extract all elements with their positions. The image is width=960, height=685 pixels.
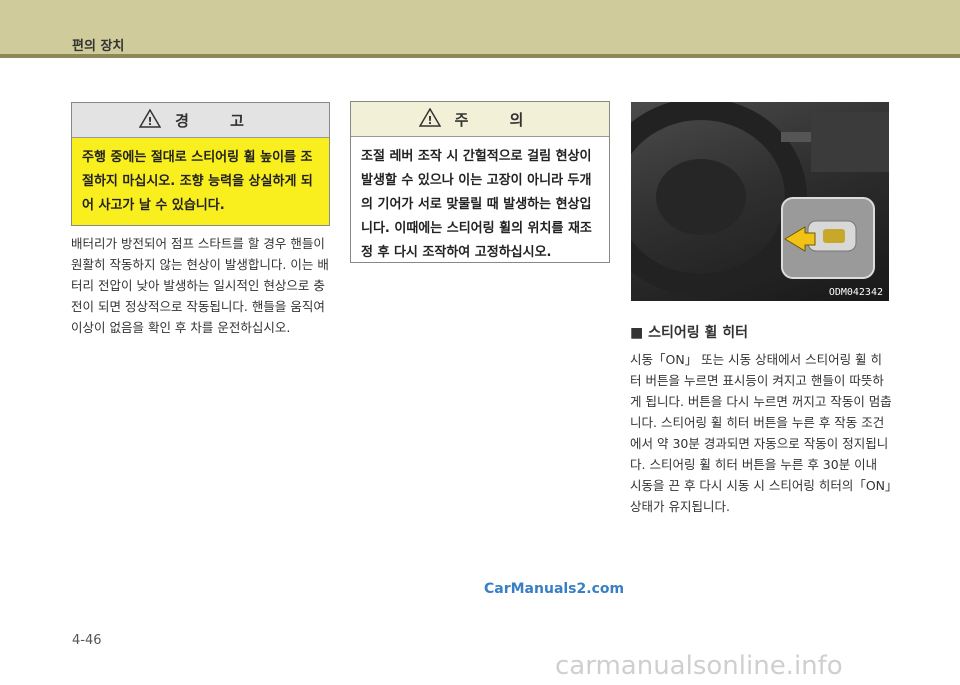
- caution-title: 주 의: [454, 110, 542, 129]
- caution-text: 조절 레버 조작 시 간헐적으로 걸림 현상이 발생할 수 있으나 이는 고장이…: [361, 149, 592, 260]
- section-header-title: 편의 장치: [72, 39, 125, 54]
- warning-title-bar: ! 경 고: [72, 103, 329, 138]
- warning-box: ! 경 고 주행 중에는 절대로 스티어링 휠 높이를 조절하지 마십시오. 조…: [71, 102, 330, 226]
- svg-text:!: !: [148, 115, 153, 128]
- page-number: 4-46: [72, 633, 102, 648]
- heated-wheel-paragraph: 시동「ON」 또는 시동 상태에서 스티어링 휠 히터 버튼을 누르면 표시등이…: [630, 352, 892, 514]
- footer-watermark: carmanualsonline.info: [555, 651, 843, 681]
- warning-text: 주행 중에는 절대로 스티어링 휠 높이를 조절하지 마십시오. 조향 능력을 …: [82, 150, 313, 213]
- caution-title-bar: ! 주 의: [351, 102, 609, 137]
- warning-triangle-icon: !: [138, 108, 162, 132]
- warning-title: 경 고: [175, 111, 262, 130]
- header-bar: 편의 장치: [0, 0, 960, 54]
- warning-body: 주행 중에는 절대로 스티어링 휠 높이를 조절하지 마십시오. 조향 능력을 …: [72, 138, 329, 225]
- heater-button-inset: [781, 197, 875, 279]
- steering-wheel-photo: ODM042342: [631, 102, 889, 301]
- battery-paragraph: 배터리가 방전되어 점프 스타트를 할 경우 핸들이 원활히 작동하지 않는 현…: [71, 236, 329, 335]
- caution-triangle-icon: !: [418, 107, 441, 131]
- svg-text:!: !: [427, 114, 432, 127]
- photo-code-label: ODM042342: [828, 287, 883, 298]
- heater-button-icon: [784, 220, 857, 252]
- watermark-link[interactable]: CarManuals2.com: [484, 581, 624, 597]
- caution-box: ! 주 의 조절 레버 조작 시 간헐적으로 걸림 현상이 발생할 수 있으나 …: [350, 101, 610, 263]
- header-divider: [0, 54, 960, 58]
- heated-wheel-section-title: ■ 스티어링 휠 히터: [630, 325, 749, 341]
